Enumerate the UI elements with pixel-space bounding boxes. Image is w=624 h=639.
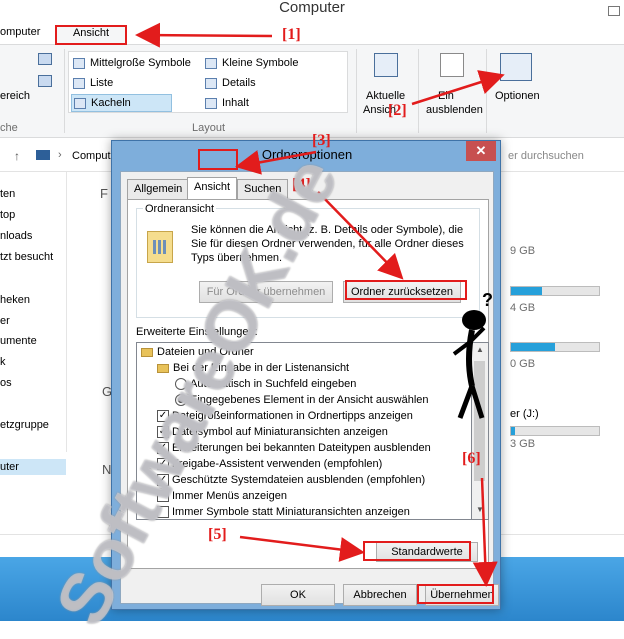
svg-text:?: ? [482,290,493,310]
annotation-3: [3] [312,132,331,149]
annotation-2: [2] [388,102,407,119]
annotation-1: [1] [282,26,301,43]
annotation-5: [5] [208,526,227,543]
thinking-figure-icon: ? [452,290,493,419]
annotation-6: [6] [462,450,481,467]
